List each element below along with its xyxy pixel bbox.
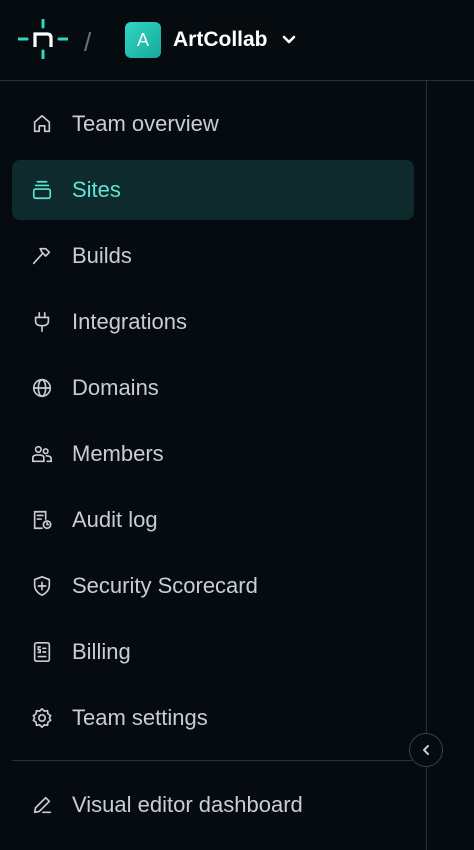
sidebar-item-audit-log[interactable]: Audit log xyxy=(12,490,414,550)
sidebar-item-label: Audit log xyxy=(72,507,158,532)
sidebar-item-label: Billing xyxy=(72,639,131,664)
sidebar-item-label: Members xyxy=(72,441,164,466)
sidebar-item-visual-editor-dashboard[interactable]: Visual editor dashboard xyxy=(12,775,414,835)
top-bar: / A ArtCollab xyxy=(0,0,474,81)
team-name: ArtCollab xyxy=(173,28,268,51)
audit-log-icon xyxy=(33,510,52,530)
hammer-icon xyxy=(32,247,51,265)
breadcrumb-separator: / xyxy=(84,27,92,57)
sidebar-item-label: Integrations xyxy=(72,309,187,334)
sidebar-item-label: Team settings xyxy=(72,705,208,730)
collapse-sidebar-button[interactable] xyxy=(409,733,443,767)
team-switcher[interactable]: A ArtCollab xyxy=(125,22,296,58)
sidebar-item-team-settings[interactable]: Team settings xyxy=(12,688,414,748)
sidebar-item-members[interactable]: Members xyxy=(12,424,414,484)
sidebar-divider xyxy=(12,760,414,761)
sidebar-item-security-scorecard[interactable]: Security Scorecard xyxy=(12,556,414,616)
sidebar-item-integrations[interactable]: Integrations xyxy=(12,292,414,352)
sidebar-item-domains[interactable]: Domains xyxy=(12,358,414,418)
layers-icon xyxy=(32,180,52,200)
team-avatar: A xyxy=(125,22,161,58)
sidebar-item-label: Domains xyxy=(72,375,159,400)
gear-icon xyxy=(32,708,52,728)
sidebar-item-sites[interactable]: Sites xyxy=(12,160,414,220)
chevron-left-icon xyxy=(423,745,429,755)
sidebar-item-label: Sites xyxy=(72,177,121,202)
pencil-icon xyxy=(33,796,52,814)
sidebar-item-label: Team overview xyxy=(72,111,219,136)
sidebar-item-builds[interactable]: Builds xyxy=(12,226,414,286)
sidebar-item-label: Builds xyxy=(72,243,132,268)
sidebar-item-label: Visual editor dashboard xyxy=(72,792,303,817)
receipt-icon xyxy=(33,642,51,662)
plug-icon xyxy=(34,312,50,332)
globe-icon xyxy=(32,378,52,398)
chevron-down-icon xyxy=(282,35,295,44)
home-icon xyxy=(33,114,51,133)
sidebar-item-team-overview[interactable]: Team overview xyxy=(12,94,414,154)
shield-icon xyxy=(33,576,51,596)
sidebar-item-label: Security Scorecard xyxy=(72,573,258,598)
sidebar-nav: Team overview Sites Builds Integrations xyxy=(12,94,414,754)
sidebar-item-billing[interactable]: Billing xyxy=(12,622,414,682)
netlify-logo-icon[interactable] xyxy=(18,19,68,59)
users-icon xyxy=(32,445,52,463)
